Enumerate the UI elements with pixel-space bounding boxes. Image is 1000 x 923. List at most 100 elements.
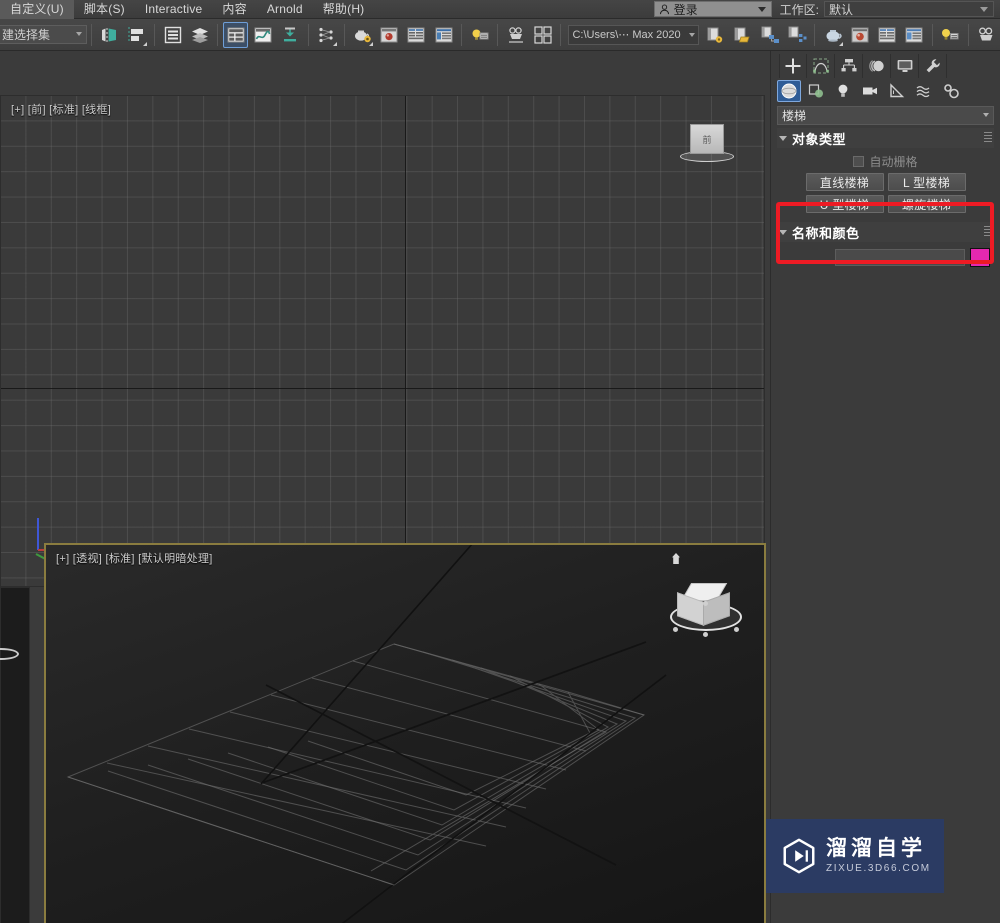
- name-and-color-rollout-body: [779, 244, 992, 273]
- motion-icon: [868, 60, 884, 72]
- menu-item-arnold[interactable]: Arnold: [257, 0, 313, 19]
- modify-icon: [812, 58, 829, 74]
- particle-view-button[interactable]: [314, 22, 339, 48]
- utilities-tab[interactable]: [919, 54, 947, 78]
- workspace-dropdown[interactable]: 默认: [824, 1, 994, 17]
- hierarchy-tab[interactable]: [835, 54, 863, 78]
- light-lister-icon: [942, 28, 959, 40]
- mirror-button[interactable]: [97, 22, 122, 48]
- set-project-folder-button[interactable]: [703, 22, 728, 48]
- left-viewport-sliver-ring: [0, 648, 19, 660]
- layer-explorer-button[interactable]: [187, 22, 212, 48]
- light-explorer-button[interactable]: [467, 22, 492, 48]
- menu-item-content[interactable]: 内容: [212, 0, 256, 19]
- login-label: 登录: [673, 2, 698, 17]
- object-color-swatch[interactable]: [970, 248, 990, 267]
- viewcube-front[interactable]: 前: [680, 124, 734, 168]
- menu-item-help[interactable]: 帮助(H): [313, 0, 375, 19]
- modify-tab[interactable]: [807, 54, 835, 78]
- camera-sequencer-icon: [508, 26, 523, 43]
- display-icon: [897, 60, 912, 72]
- viewport-front-label[interactable]: [+] [前] [标准] [线框]: [11, 101, 111, 117]
- render-settings-icon: [878, 27, 896, 42]
- toolbar-divider: [560, 23, 562, 46]
- watermark-title: 溜溜自学: [826, 836, 926, 860]
- space-warps-subcategory[interactable]: [912, 80, 936, 102]
- cameras-subcategory[interactable]: [858, 80, 882, 102]
- menu-item-script[interactable]: 脚本(S): [74, 0, 135, 19]
- camera-button[interactable]: [974, 22, 999, 48]
- object-category-value: 楼梯: [782, 109, 807, 123]
- schematic-view-icon: [284, 27, 296, 41]
- menu-item-interactive[interactable]: Interactive: [135, 0, 213, 19]
- render-settings-button[interactable]: [874, 22, 899, 48]
- render-preview-button[interactable]: [847, 22, 872, 48]
- create-tab[interactable]: [779, 54, 807, 78]
- render-frame-window-button[interactable]: [404, 22, 429, 48]
- l-type-stair-button[interactable]: L 型楼梯: [887, 173, 966, 191]
- viewport-front[interactable]: [+] [前] [标准] [线框] 前: [0, 95, 765, 587]
- viewport-perspective-label[interactable]: [+] [透视] [标准] [默认明暗处理]: [56, 550, 213, 566]
- name-and-color-rollout-header[interactable]: 名称和颜色: [777, 222, 994, 242]
- perspective-ground-axes: [67, 641, 647, 886]
- autogrid-checkbox[interactable]: [853, 156, 865, 167]
- render-in-viewport-button[interactable]: [902, 22, 927, 48]
- object-type-rollout-title: 对象类型: [792, 131, 847, 147]
- spiral-stair-button[interactable]: 螺旋楼梯: [887, 195, 966, 213]
- asset-tracking-button[interactable]: [757, 22, 782, 48]
- project-path-dropdown[interactable]: C:\Users\⋯ Max 2020: [568, 24, 699, 45]
- straight-stair-button[interactable]: 直线楼梯: [805, 173, 884, 191]
- systems-subcategory[interactable]: [939, 80, 963, 102]
- named-selection-set-dropdown[interactable]: 建选择集: [0, 25, 87, 44]
- project-path-value: C:\Users\⋯ Max 2020: [572, 29, 681, 41]
- viewcube-face[interactable]: 前: [690, 124, 724, 154]
- material-editor-button[interactable]: [350, 22, 375, 48]
- shapes-subcategory[interactable]: [804, 80, 828, 102]
- geometry-subcategory[interactable]: [777, 80, 801, 102]
- open-project-button[interactable]: [730, 22, 755, 48]
- compass-dot-w: [673, 627, 678, 632]
- viewcube-perspective[interactable]: [670, 577, 742, 639]
- create-subcategory-bar: [771, 78, 1000, 104]
- render-production-button[interactable]: [431, 22, 456, 48]
- left-viewport-sliver[interactable]: [0, 587, 30, 923]
- asset-tracking-icon: [761, 26, 779, 43]
- autogrid-row[interactable]: 自动栅格: [783, 153, 988, 170]
- chevron-down-icon: [980, 7, 988, 12]
- render-production-icon: [435, 27, 453, 42]
- tape-icon: [890, 83, 905, 98]
- scene-explorer-button[interactable]: [223, 21, 249, 48]
- camera-icon: [863, 87, 877, 95]
- light-lister-button[interactable]: [938, 22, 963, 48]
- schematic-view-button[interactable]: [277, 22, 302, 48]
- toolbar-divider: [461, 23, 463, 46]
- align-button[interactable]: [124, 22, 149, 48]
- render-setup-button[interactable]: [377, 22, 402, 48]
- login-dropdown[interactable]: 登录: [653, 1, 772, 17]
- scene-converter-button[interactable]: [784, 22, 809, 48]
- viewport-perspective[interactable]: [+] [透视] [标准] [默认明暗处理]: [44, 543, 766, 923]
- autogrid-label: 自动栅格: [869, 155, 918, 169]
- compass-dot-n: [703, 601, 708, 606]
- helpers-subcategory[interactable]: [885, 80, 909, 102]
- display-tab[interactable]: [891, 54, 919, 78]
- viewport-layout-button[interactable]: [530, 22, 555, 48]
- teapot-preview-button[interactable]: [820, 22, 845, 48]
- gears-icon: [944, 84, 959, 99]
- compass-dot-s: [703, 632, 708, 637]
- menu-bar: 自定义(U) 脚本(S) Interactive 内容 Arnold 帮助(H)…: [0, 0, 1000, 19]
- object-name-input[interactable]: [835, 249, 965, 266]
- motion-tab[interactable]: [863, 54, 891, 78]
- menu-item-custom[interactable]: 自定义(U): [0, 0, 74, 19]
- curve-editor-button[interactable]: [250, 22, 275, 48]
- camera-sequencer-button[interactable]: [503, 22, 528, 48]
- u-type-stair-button[interactable]: U 型楼梯: [805, 195, 884, 213]
- layer-stack-icon: [191, 27, 208, 43]
- object-type-rollout-header[interactable]: 对象类型: [777, 128, 994, 148]
- flyout-corner-icon: [368, 41, 373, 46]
- render-setup-icon: [380, 27, 398, 42]
- lights-subcategory[interactable]: [831, 80, 855, 102]
- grid-axis-horizontal: [1, 388, 764, 389]
- object-category-dropdown[interactable]: 楼梯: [777, 106, 994, 125]
- layer-manager-button[interactable]: [160, 22, 185, 48]
